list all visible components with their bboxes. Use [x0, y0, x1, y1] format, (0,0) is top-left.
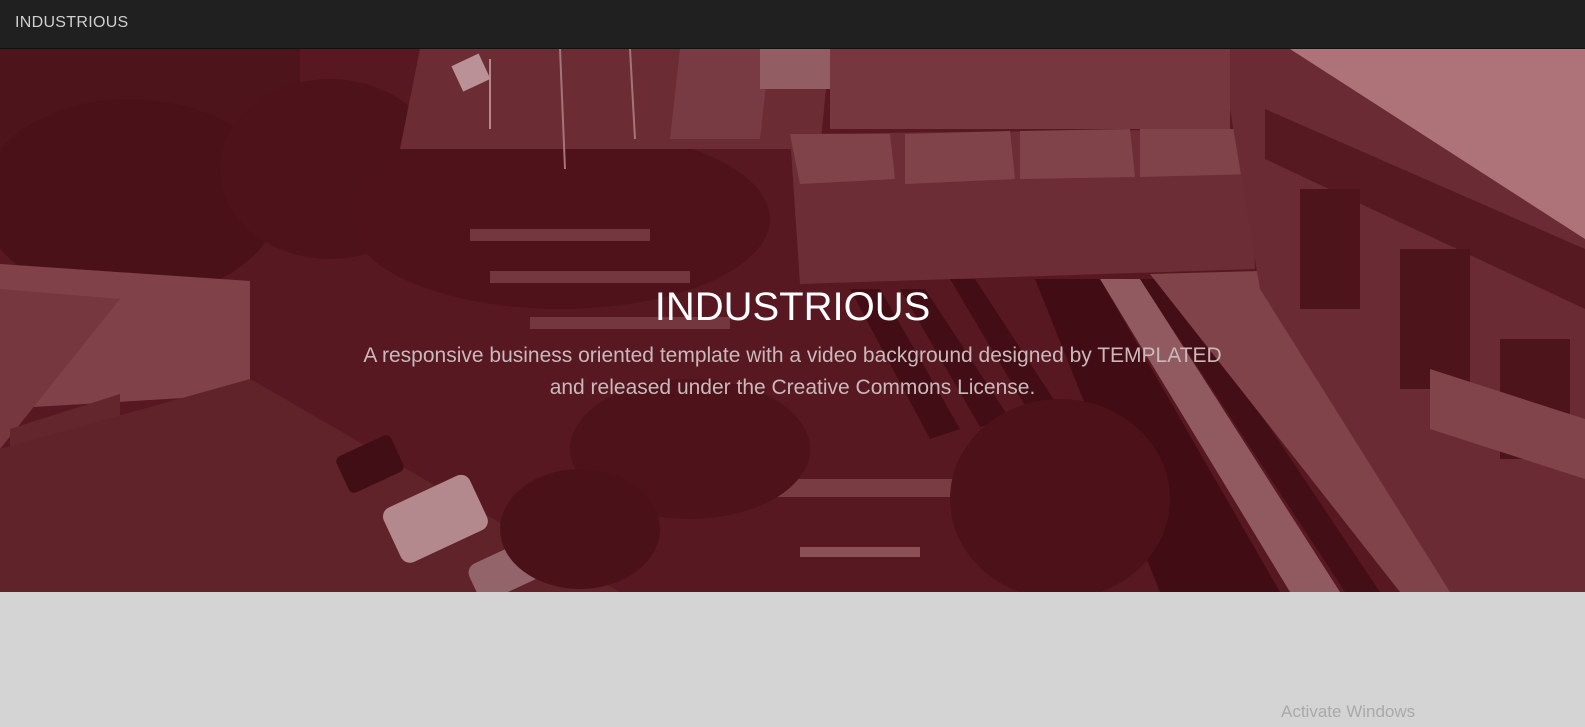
hero-title: INDUSTRIOUS [654, 285, 931, 329]
brand-logo-link[interactable]: INDUSTRIOUS [15, 14, 129, 32]
hero-subtitle: A responsive business oriented template … [363, 344, 1222, 399]
top-navbar: INDUSTRIOUS [0, 0, 1585, 49]
hero-banner: INDUSTRIOUS A responsive business orient… [0, 49, 1585, 592]
activate-windows-watermark: Activate Windows [1281, 702, 1416, 721]
